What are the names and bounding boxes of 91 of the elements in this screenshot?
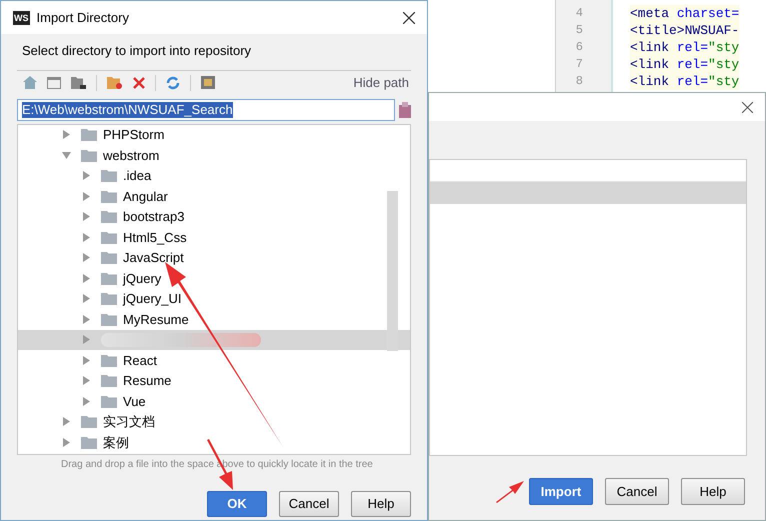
home-icon[interactable] [23,76,37,89]
folder-name: Html5_Css [123,228,187,247]
prompt-text: Select directory to import into repository [22,42,252,60]
tree-row[interactable]: Html5_Css [18,227,410,248]
collapsed-arrow-icon[interactable] [82,232,91,242]
folder-name: 实习文档 [103,413,155,431]
grid-icon[interactable] [201,76,215,89]
scrollbar-thumb[interactable] [387,190,398,350]
tree-row[interactable]: 实习文档 [18,412,410,432]
folder-icon [81,436,97,449]
folder-name: JavaScript [123,249,184,267]
folder-name: webstrom [103,146,160,164]
refresh-icon[interactable] [166,76,180,90]
collapsed-arrow-icon[interactable] [82,192,91,201]
folder-icon [101,169,117,182]
folder-icon [101,190,117,203]
app-logo: WS [13,10,30,24]
folder-name: MyResume [123,310,189,329]
folder-name: .idea [123,167,152,185]
primary-button[interactable]: Import [529,478,593,505]
collapsed-arrow-icon[interactable] [82,335,91,344]
new-folder-icon[interactable] [107,76,123,89]
folder-name: bootstrap3 [123,208,184,226]
primary-button[interactable]: OK [207,490,267,516]
folder-name: jQuery_UI [123,290,182,308]
line-number: 6 [574,39,584,56]
collapsed-arrow-icon[interactable] [82,274,91,283]
folder-icon[interactable] [71,76,86,89]
dialog-button[interactable]: Help [351,490,411,516]
expanded-arrow-icon[interactable] [62,150,71,160]
folder-name: React [123,352,157,370]
collapsed-arrow-icon[interactable] [82,253,91,262]
window-title: Import Directory [36,8,130,27]
folder-name: Vue [123,392,146,410]
collapsed-arrow-icon[interactable] [82,314,91,324]
folder-name: jQuery [123,270,162,288]
dialog-button[interactable]: Cancel [279,490,339,516]
hide-path-link[interactable]: Hide path [353,72,409,92]
collapsed-arrow-icon[interactable] [62,438,71,447]
path-field[interactable]: E:\Web\webstrom\NWSUAF_Search [17,98,395,120]
tree-row[interactable]: jQuery [18,268,410,288]
collapsed-arrow-icon[interactable] [82,294,91,304]
clipboard-icon[interactable] [399,102,411,118]
tree-row[interactable]: MyResume [18,309,410,330]
tree-row[interactable]: .idea [18,166,410,186]
folder-icon [101,251,117,264]
tree-row[interactable]: Angular [18,186,410,206]
folder-icon [101,354,117,367]
folder-name: 案例 [103,434,129,452]
collapsed-arrow-icon[interactable] [82,212,91,222]
tree-row[interactable]: JavaScript [18,248,410,268]
collapsed-arrow-icon[interactable] [82,356,91,365]
folder-icon [101,230,117,244]
annotation-arrow [496,481,524,503]
line-number: 8 [574,73,584,90]
collapsed-arrow-icon[interactable] [82,396,91,406]
tree-row[interactable]: 案例 [18,432,410,452]
collapsed-arrow-icon[interactable] [62,417,71,426]
tree-row[interactable]: Resume [18,370,410,391]
folder-name: Angular [123,188,168,206]
dialog-button[interactable]: Help [681,478,745,505]
folder-icon [81,148,97,162]
tree-row[interactable]: webstrom [18,145,410,166]
line-number: 5 [574,22,584,39]
tree-row[interactable]: PHPStorm [18,124,410,145]
window-icon[interactable] [47,76,61,88]
line-number: 7 [574,56,584,73]
collapsed-arrow-icon[interactable] [62,130,71,140]
folder-icon [81,128,97,142]
close-icon[interactable] [742,102,753,112]
collapsed-arrow-icon[interactable] [82,376,91,386]
folder-icon [101,394,117,408]
folder-icon [81,415,97,428]
folder-name: PHPStorm [103,126,164,144]
folder-icon [101,272,117,285]
delete-icon[interactable] [133,76,145,88]
tree-row[interactable]: Vue [18,391,410,412]
tree-row[interactable]: jQuery_UI [18,288,410,309]
folder-icon [101,292,117,306]
dialog-button[interactable]: Cancel [605,478,669,505]
line-number: 4 [574,5,584,22]
collapsed-arrow-icon[interactable] [82,171,91,180]
folder-icon [101,312,117,326]
tree-row[interactable]: React [18,350,410,370]
folder-icon [101,210,117,224]
folder-name: Resume [123,372,172,390]
folder-icon [101,374,117,388]
selected-tree-row[interactable] [18,330,410,350]
selected-path-text: E:\Web\webstrom\NWSUAF_Search [22,102,233,118]
tree-row[interactable]: bootstrap3 [18,206,410,227]
close-icon[interactable] [403,12,415,24]
